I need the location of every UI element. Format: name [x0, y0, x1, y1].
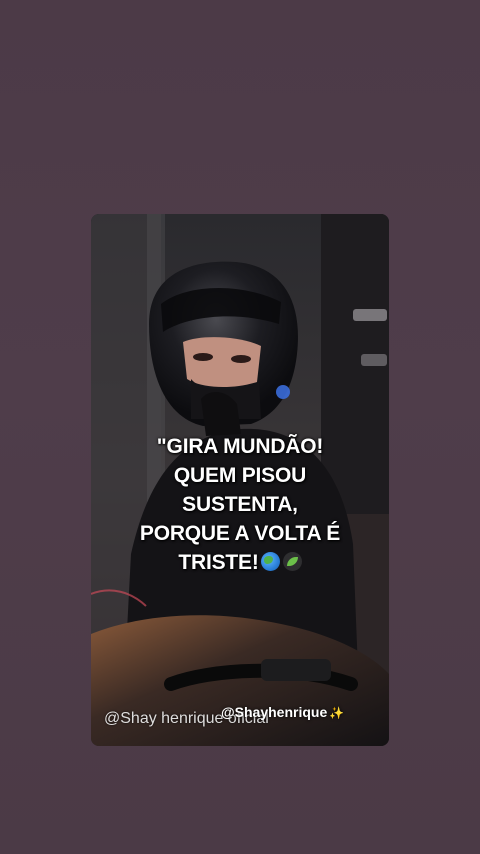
caption-line: "GIRA MUNDÃO!	[156, 435, 324, 458]
caption-line: PORQUE A VOLTA É	[139, 522, 341, 545]
story-card[interactable]: "GIRA MUNDÃO! QUEM PISOU SUSTENTA, PORQU…	[91, 214, 389, 746]
caption-line-last: TRISTE!	[91, 548, 389, 577]
leaf-icon	[282, 552, 302, 571]
globe-icon	[260, 552, 280, 571]
sparkle-icon: ✨	[329, 706, 345, 720]
post-caption: "GIRA MUNDÃO! QUEM PISOU SUSTENTA, PORQU…	[91, 432, 389, 577]
watermark-handle: @Shayhenrique	[221, 704, 328, 720]
caption-line: QUEM PISOU	[173, 464, 307, 487]
watermark-secondary: @Shayhenrique ✨	[221, 704, 344, 720]
caption-line: SUSTENTA,	[182, 493, 298, 516]
caption-line: TRISTE!	[178, 551, 259, 574]
